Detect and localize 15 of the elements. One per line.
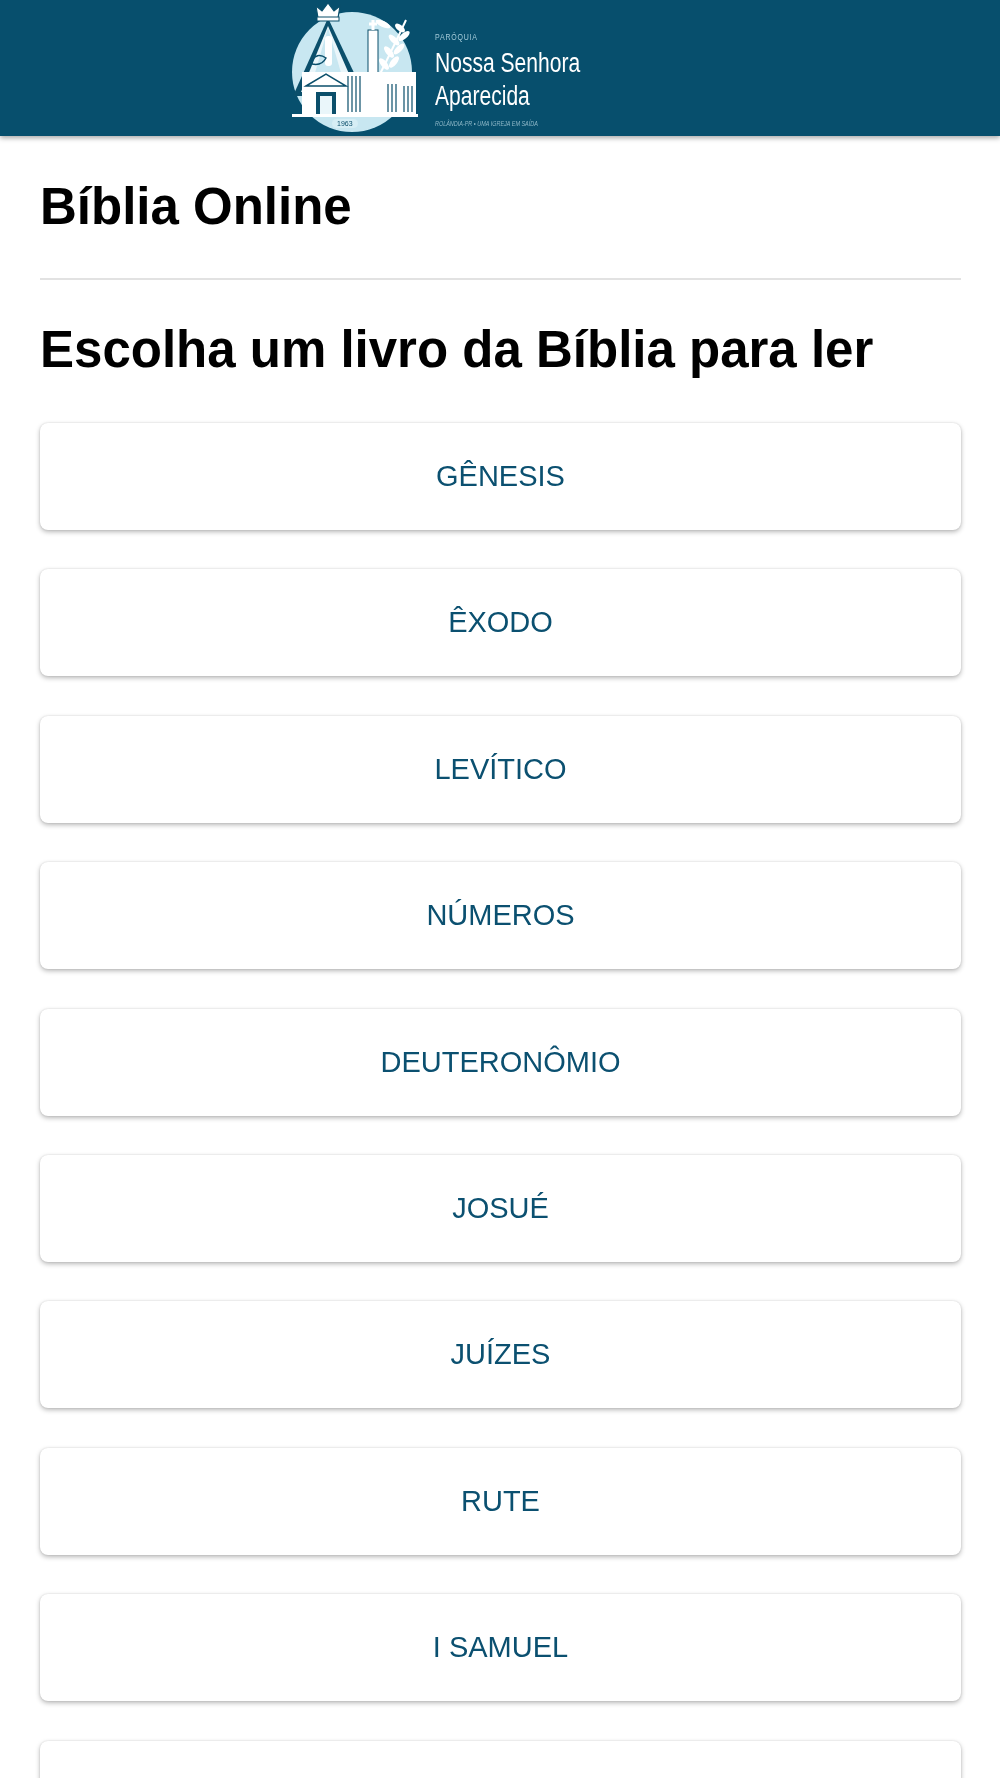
section-heading: Escolha um livro da Bíblia para ler [40,320,875,380]
book-button[interactable]: NÚMEROS [40,862,961,970]
logo-subtitle: PARÓQUIA [435,31,478,43]
logo-title: Nossa Senhora [435,48,581,78]
book-button[interactable]: DEUTERONÔMIO [40,1008,961,1116]
book-button[interactable] [40,1740,961,1778]
book-button[interactable]: JOSUÉ [40,1154,961,1262]
logo-title: Aparecida [435,81,530,111]
book-button[interactable]: JUÍZES [40,1301,961,1409]
book-button[interactable]: LEVÍTICO [40,715,961,823]
book-button[interactable]: GÊNESIS [40,423,961,530]
book-button[interactable]: ÊXODO [40,569,961,677]
book-button[interactable]: RUTE [40,1447,961,1555]
page-title: Bíblia Online [40,177,353,237]
book-button[interactable]: I SAMUEL [40,1594,961,1702]
